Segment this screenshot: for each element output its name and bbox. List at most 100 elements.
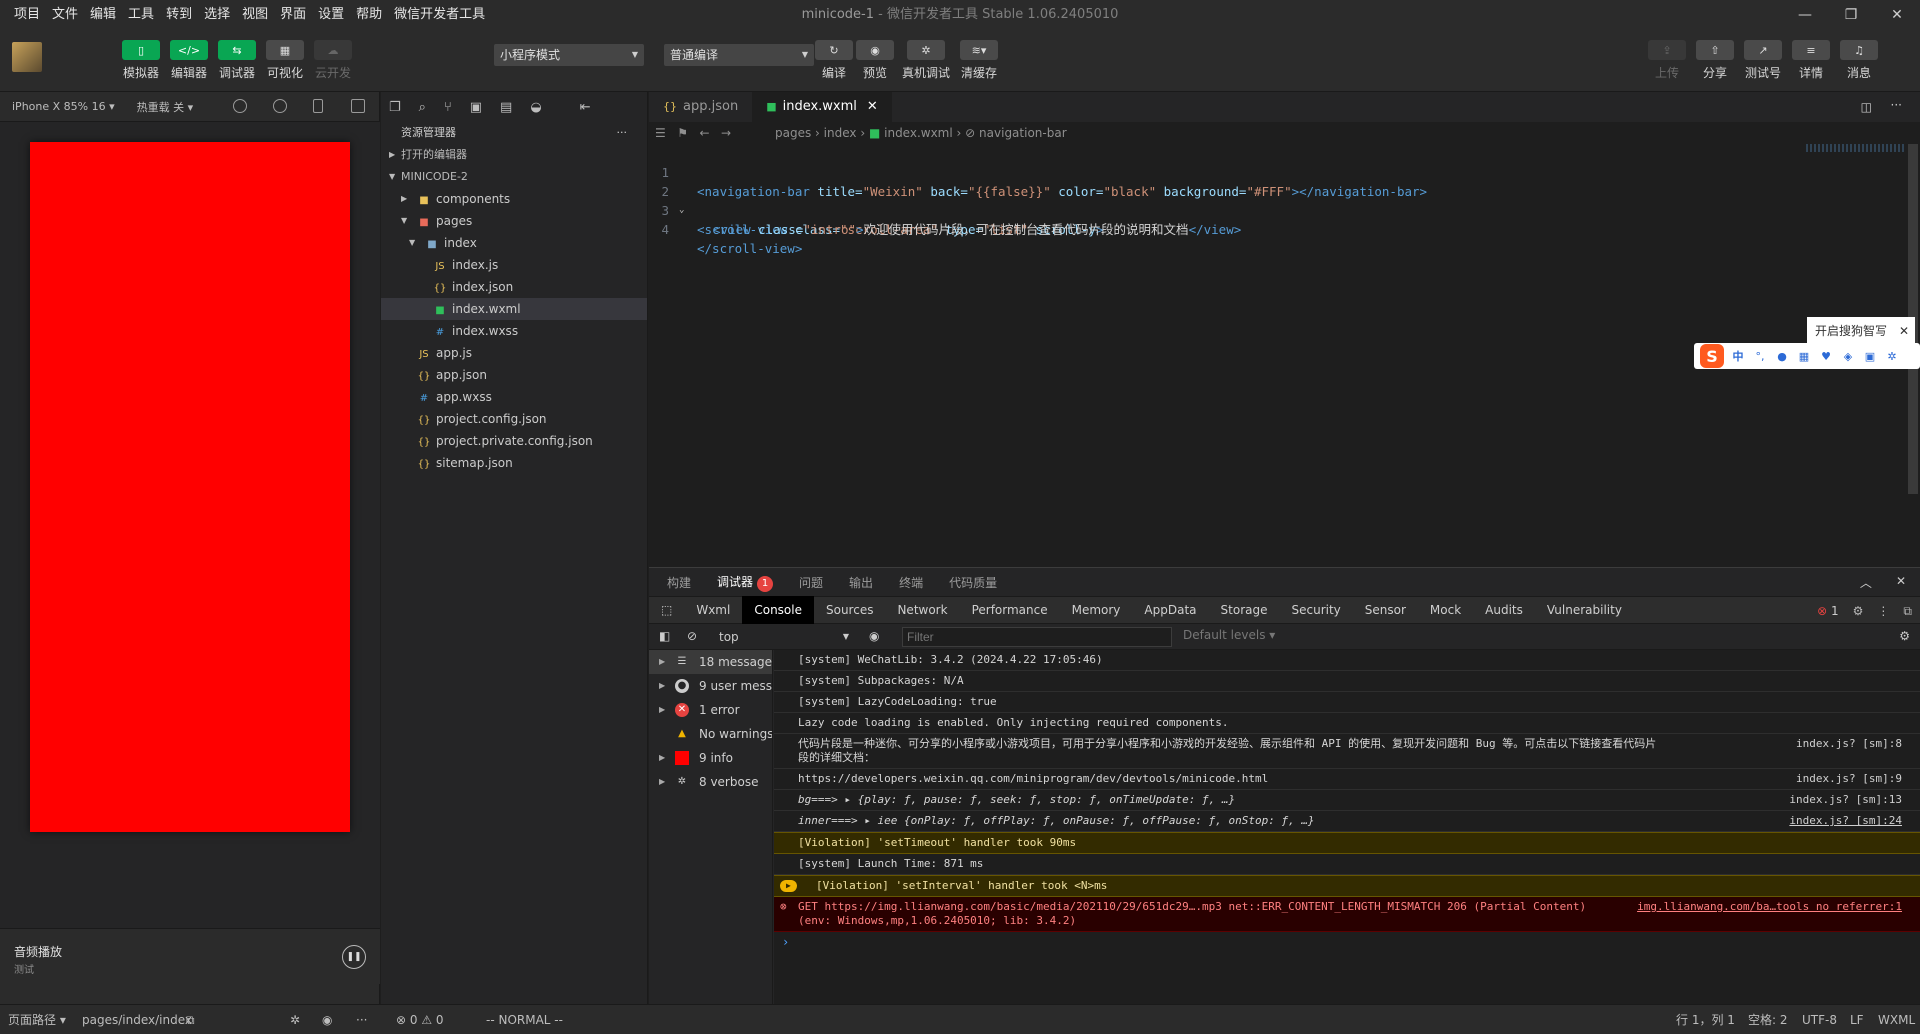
mode-select[interactable]: 小程序模式 ▼ [494, 44, 644, 66]
more-icon[interactable]: ··· [617, 122, 628, 144]
tab-app-json[interactable]: {} app.json [649, 92, 752, 122]
gamepad-icon[interactable]: ◈ [1840, 348, 1856, 364]
breadcrumb-item[interactable]: index.wxml [884, 126, 953, 140]
skin-icon[interactable]: ♥ [1818, 348, 1834, 364]
tree-file-project-config[interactable]: {} project.config.json [381, 408, 647, 430]
devtools-tab-performance[interactable]: Performance [960, 596, 1060, 624]
punctuation-icon[interactable]: °, [1752, 348, 1768, 364]
bug-icon[interactable]: ✲ [290, 1005, 300, 1034]
back-icon[interactable]: ← [699, 126, 709, 140]
menu-view[interactable]: 视图 [236, 0, 274, 30]
hot-reload-select[interactable]: 热重载 关 ▾ [137, 99, 194, 115]
cursor-position[interactable]: 行 1，列 1 [1676, 1005, 1735, 1034]
breadcrumb-item[interactable]: pages [775, 126, 811, 140]
menu-project[interactable]: 项目 [8, 0, 46, 30]
console-filter-all[interactable]: ▶ ☰ 18 messages [649, 650, 772, 674]
console-message[interactable]: bg===> ▸ {play: ƒ, pause: ƒ, seek: ƒ, st… [774, 790, 1920, 811]
sogou-logo-icon[interactable]: S [1700, 344, 1724, 368]
storage-icon[interactable]: ▤ [500, 100, 512, 115]
record-icon[interactable] [273, 99, 287, 113]
console-filter-input[interactable] [902, 627, 1172, 647]
breadcrumb-item[interactable]: index [824, 126, 857, 140]
language-mode[interactable]: WXML [1878, 1005, 1915, 1034]
tab-build[interactable]: 构建 [667, 574, 691, 591]
tree-file-sitemap[interactable]: {} sitemap.json [381, 452, 647, 474]
menu-devtools[interactable]: 微信开发者工具 [388, 0, 491, 30]
menu-help[interactable]: 帮助 [350, 0, 388, 30]
log-levels-select[interactable]: Default levels ▾ [1183, 628, 1275, 642]
kebab-menu-icon[interactable]: ⋮ [1877, 597, 1889, 625]
more-icon[interactable]: ··· [356, 1005, 367, 1034]
extensions-icon[interactable]: ▣ [470, 100, 482, 115]
clear-cache-button[interactable]: ≋▾ 清缓存 [960, 40, 998, 81]
devtools-tab-storage[interactable]: Storage [1209, 596, 1280, 624]
clear-console-icon[interactable]: ⊘ [687, 629, 697, 643]
search-icon[interactable]: ⌕ [419, 100, 426, 115]
phone-screen[interactable] [30, 142, 350, 832]
menu-goto[interactable]: 转到 [160, 0, 198, 30]
forward-icon[interactable]: → [721, 126, 731, 140]
apps-icon[interactable]: ▣ [1862, 348, 1878, 364]
tab-index-wxml[interactable]: ■ index.wxml ✕ [752, 92, 892, 122]
tree-folder-pages[interactable]: ▼ ■ pages [381, 210, 647, 232]
copy-icon[interactable]: ⧉ [186, 1005, 195, 1034]
encoding[interactable]: UTF-8 [1802, 1005, 1837, 1034]
tab-output[interactable]: 输出 [849, 574, 873, 591]
collapse-icon[interactable]: ⇤ [580, 100, 591, 115]
minimize-button[interactable]: — [1782, 0, 1828, 30]
tree-folder-index[interactable]: ▼ ■ index [381, 232, 647, 254]
tree-file-app-json[interactable]: {} app.json [381, 364, 647, 386]
tab-code-quality[interactable]: 代码质量 [949, 574, 997, 591]
source-link[interactable]: index.js? [sm]:13 [1789, 790, 1902, 810]
console-filter-errors[interactable]: ▶ ✕ 1 error [649, 698, 772, 722]
devtools-tab-security[interactable]: Security [1279, 596, 1352, 624]
keyboard-icon[interactable]: ▦ [1796, 348, 1812, 364]
preview-button[interactable]: ◉ 预览 [856, 40, 894, 81]
phone-icon[interactable] [313, 99, 323, 113]
tree-file-index-wxml[interactable]: ■ index.wxml [381, 298, 647, 320]
eye-icon[interactable]: ◉ [869, 629, 879, 643]
rotate-icon[interactable] [233, 99, 247, 113]
source-link[interactable]: index.js? [sm]:9 [1796, 769, 1902, 789]
chevron-up-icon[interactable]: ︿ [1860, 574, 1872, 591]
console-filter-verbose[interactable]: ▶ ✲ 8 verbose [649, 770, 772, 794]
tree-file-index-wxss[interactable]: # index.wxss [381, 320, 647, 342]
console-filter-user[interactable]: ▶ ● 9 user mess... [649, 674, 772, 698]
devtools-tab-wxml[interactable]: Wxml [684, 596, 742, 624]
indentation[interactable]: 空格: 2 [1748, 1005, 1788, 1034]
gear-icon[interactable]: ⚙ [1853, 597, 1864, 625]
maximize-button[interactable]: ❐ [1828, 0, 1874, 30]
test-account-button[interactable]: ↗ 测试号 [1744, 40, 1782, 81]
error-counter[interactable]: ⊗ 1 [1817, 597, 1839, 625]
remote-debug-button[interactable]: ✲ 真机调试 [902, 40, 950, 81]
split-editor-icon[interactable]: ◫ [1861, 100, 1872, 114]
close-icon[interactable]: ✕ [867, 92, 878, 122]
devtools-tab-mock[interactable]: Mock [1418, 596, 1473, 624]
compile-button[interactable]: ↻ 编译 [815, 40, 853, 81]
close-window-button[interactable]: ✕ [1874, 0, 1920, 30]
console-prompt[interactable]: › [774, 932, 1920, 952]
files-icon[interactable]: ❐ [389, 100, 401, 115]
source-link[interactable]: index.js? [sm]:8 [1796, 737, 1902, 751]
open-editors-section[interactable]: ▶ 打开的编辑器 [381, 144, 647, 166]
source-link[interactable]: index.js? [sm]:24 [1789, 811, 1902, 831]
menu-tools[interactable]: 工具 [122, 0, 160, 30]
list-icon[interactable]: ☰ [655, 126, 666, 140]
breadcrumb-item[interactable]: navigation-bar [979, 126, 1067, 140]
devtools-tab-memory[interactable]: Memory [1060, 596, 1133, 624]
gear-icon[interactable]: ⚙ [1899, 629, 1910, 643]
menu-edit[interactable]: 编辑 [84, 0, 122, 30]
problems-counter[interactable]: ⊗ 0 ⚠ 0 [396, 1005, 444, 1034]
details-button[interactable]: ≡ 详情 [1792, 40, 1830, 81]
editor-button[interactable]: </> 编辑器 [170, 40, 208, 81]
simulator-button[interactable]: ▯ 模拟器 [122, 40, 160, 81]
debugger-button[interactable]: ⇆ 调试器 [218, 40, 256, 81]
tab-debugger[interactable]: 调试器 1 [717, 573, 774, 592]
tab-problems[interactable]: 问题 [799, 574, 823, 591]
bookmark-icon[interactable]: ⚑ [677, 126, 688, 140]
messages-button[interactable]: ♫ 消息 [1840, 40, 1878, 81]
device-select[interactable]: iPhone X 85% 16 ▾ [0, 100, 115, 113]
settings-icon[interactable]: ✲ [1884, 348, 1900, 364]
devtools-tab-sensor[interactable]: Sensor [1353, 596, 1418, 624]
docker-icon[interactable]: ◒ [530, 100, 541, 115]
